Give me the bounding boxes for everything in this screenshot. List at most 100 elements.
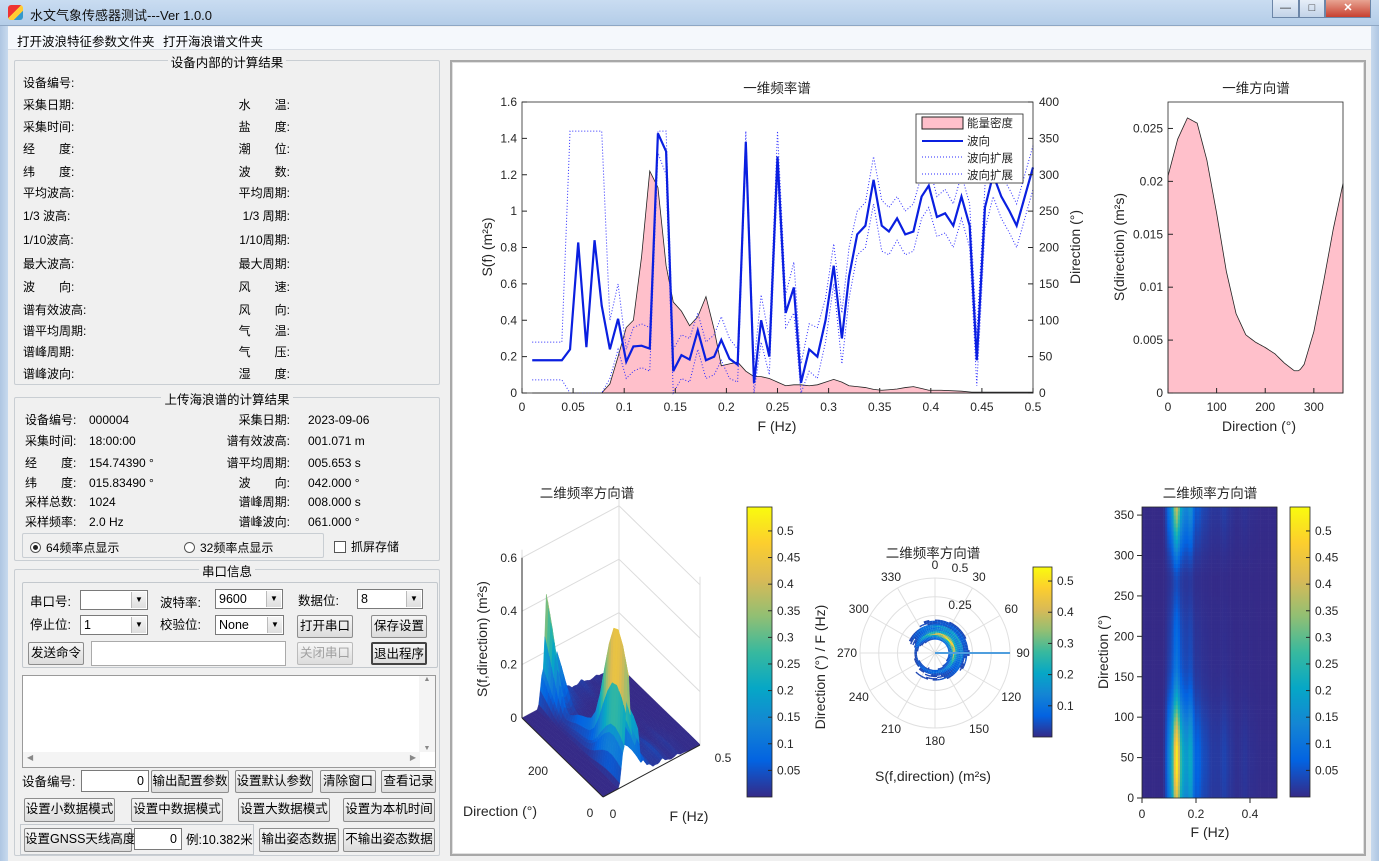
port-select[interactable]: ▼ [80,590,148,610]
upload-field-label: 经 度: [25,456,77,470]
upload-field-value: 015.83490 ° [89,476,154,490]
plot-panel [450,60,1366,856]
parity-select[interactable]: None ▼ [215,615,284,635]
stopbits-select[interactable]: 1 ▼ [80,615,148,635]
set-gnss-height-button[interactable]: 设置GNSS天线高度 [24,828,135,852]
output-config-button[interactable]: 输出配置参数 [151,770,229,793]
device-field-label: 1/10波高: [23,233,74,247]
device-field-label: 风 速: [238,280,290,294]
radio-checked-icon [30,542,41,553]
command-input[interactable] [91,641,286,666]
upload-field-label: 采集时间: [25,434,77,448]
device-field-label: 谱峰周期: [23,345,75,359]
parity-value: None [219,618,249,632]
device-field-label: 盐 度: [238,120,290,134]
upload-results-title: 上传海浪谱的计算结果 [161,393,293,407]
device-field-label: 波 数: [238,165,290,179]
view-log-button[interactable]: 查看记录 [381,770,436,793]
chevron-down-icon: ▼ [131,617,146,633]
radio-unchecked-icon [184,542,195,553]
set-local-time-button[interactable]: 设置为本机时间 [343,798,435,822]
port-label: 串口号: [30,595,71,609]
upload-field-label: 谱平均周期: [226,456,290,470]
chevron-down-icon: ▼ [267,617,282,633]
radio-64-label: 64频率点显示 [46,541,120,555]
open-port-button[interactable]: 打开串口 [297,615,353,638]
scroll-down-icon[interactable]: ▼ [419,745,435,752]
device-field-label: 最大波高: [23,257,75,271]
upload-field-value: 061.000 ° [308,515,360,529]
device-field-label: 风 向: [238,303,290,317]
close-button[interactable]: ✕ [1325,0,1371,18]
device-field-label: 平均波高: [23,186,75,200]
device-field-label: 最大周期: [238,257,290,271]
baud-select[interactable]: 9600 ▼ [215,589,283,609]
device-field-label: 1/3 波高: [23,209,71,223]
stopbits-label: 停止位: [30,618,71,632]
device-field-label: 平均周期: [238,186,290,200]
upload-field-label: 采集日期: [238,413,290,427]
maximize-button[interactable]: □ [1299,0,1325,18]
upload-field-label: 谱峰波向: [238,515,290,529]
output-attitude-button[interactable]: 输出姿态数据 [259,828,339,852]
radio-32-label: 32频率点显示 [200,541,274,555]
scroll-left-icon[interactable]: ◀ [27,753,33,762]
upload-field-value: 000004 [89,413,130,427]
frequency-points-radio-group: 64频率点显示 32频率点显示 [22,533,324,558]
device-results-title: 设备内部的计算结果 [167,56,287,70]
radio-64-points[interactable]: 64频率点显示 [30,539,119,556]
upload-field-value: 1024 [89,495,116,509]
databits-label: 数据位: [298,594,339,608]
gnss-example-label: 例:10.382米 [186,833,253,847]
upload-field-value: 154.74390 ° [89,456,154,470]
vertical-scrollbar[interactable]: ▲ ▼ [419,676,435,752]
upload-field-label: 设备编号: [25,413,77,427]
send-command-button[interactable]: 发送命令 [28,642,84,665]
device-field-label: 气 温: [238,324,290,338]
minimize-button[interactable]: — [1272,0,1299,18]
upload-results-group: 上传海浪谱的计算结果 64频率点显示 32频率点显示 抓屏存储 设备编号: 000… [14,393,440,561]
chevron-down-icon: ▼ [266,591,281,607]
upload-field-label: 采样频率: [25,515,77,529]
upload-field-value: 008.000 s [308,495,361,509]
app-icon [8,5,23,20]
window-title: 水文气象传感器测试---Ver 1.0.0 [30,8,213,23]
exit-button[interactable]: 退出程序 [371,642,427,665]
gnss-height-input[interactable]: 0 [134,828,182,850]
stopbits-value: 1 [84,618,91,632]
upload-field-value: 001.071 m [308,434,365,448]
device-id-label: 设备编号: [22,775,76,789]
baud-value: 9600 [219,592,247,606]
upload-field-value: 18:00:00 [89,434,136,448]
upload-field-value: 042.000 ° [308,476,360,490]
device-field-label: 设备编号: [23,76,75,90]
clear-window-button[interactable]: 清除窗口 [320,770,376,793]
device-field-label: 谱平均周期: [23,324,87,338]
horizontal-scrollbar[interactable]: ◀ ▶ [23,752,420,767]
small-data-mode-button[interactable]: 设置小数据模式 [24,798,115,822]
device-id-input[interactable]: 0 [81,770,149,792]
device-field-label: 1/3 周期: [242,209,290,223]
device-field-label: 湿 度: [238,367,290,381]
set-default-button[interactable]: 设置默认参数 [235,770,313,793]
menu-open-spectrum-folder[interactable]: 打开海浪谱文件夹 [163,31,263,50]
screenshot-save-checkbox[interactable]: 抓屏存储 [334,538,399,555]
radio-32-points[interactable]: 32频率点显示 [184,539,273,556]
menu-bar: 打开波浪特征参数文件夹 打开海浪谱文件夹 [8,27,1371,50]
menu-open-wave-params-folder[interactable]: 打开波浪特征参数文件夹 [17,31,155,50]
parity-label: 校验位: [160,618,201,632]
save-settings-button[interactable]: 保存设置 [371,615,427,638]
window-frame-left [0,26,8,861]
baud-label: 波特率: [160,596,201,610]
device-field-label: 经 度: [23,142,75,156]
log-textarea[interactable]: ▲ ▼ ◀ ▶ [22,675,436,768]
no-output-attitude-button[interactable]: 不输出姿态数据 [343,828,435,852]
scroll-right-icon[interactable]: ▶ [410,753,416,762]
serial-info-title: 串口信息 [198,565,255,579]
scroll-up-icon[interactable]: ▲ [419,676,435,683]
close-port-button[interactable]: 关闭串口 [297,642,353,665]
medium-data-mode-button[interactable]: 设置中数据模式 [131,798,223,822]
databits-select[interactable]: 8 ▼ [357,589,423,609]
device-field-label: 潮 位: [238,142,290,156]
large-data-mode-button[interactable]: 设置大数据模式 [238,798,330,822]
